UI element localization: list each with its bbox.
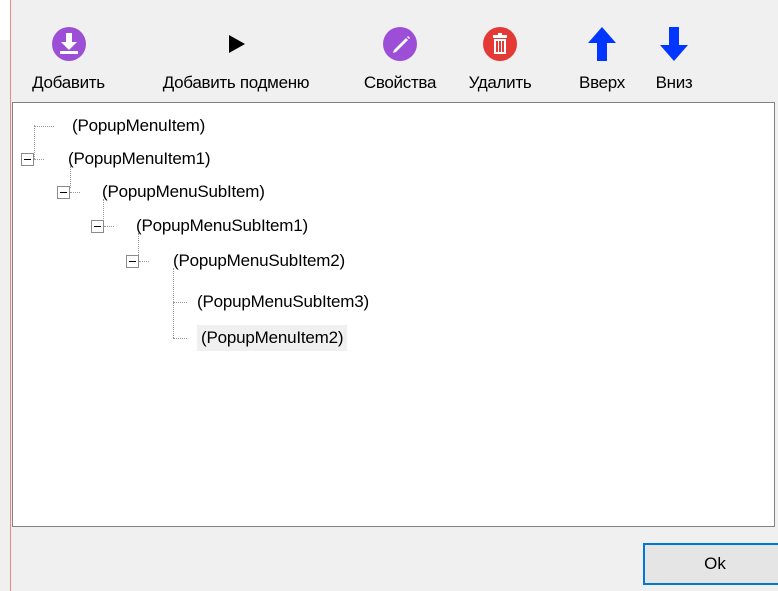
tree-item[interactable]: (PopupMenuItem2) bbox=[197, 322, 348, 354]
download-icon bbox=[47, 21, 91, 67]
properties-button-label: Свойства bbox=[363, 73, 437, 92]
menu-tree[interactable]: (PopupMenuItem) (PopupMenuItem1) (PopupM… bbox=[12, 102, 775, 527]
move-down-button[interactable]: Вниз bbox=[644, 3, 704, 103]
tree-item[interactable]: (PopupMenuSubItem3) bbox=[193, 286, 373, 318]
add-submenu-button-label: Добавить подменю bbox=[162, 73, 310, 92]
toolbar: Добавить Добавить подменю Свойства Удали… bbox=[12, 3, 778, 103]
play-arrow-icon bbox=[214, 21, 258, 67]
tree-connector bbox=[173, 268, 174, 338]
tree-connector bbox=[34, 158, 44, 160]
collapse-toggle-icon[interactable] bbox=[91, 219, 104, 233]
window-left-edge bbox=[0, 0, 11, 591]
tree-item[interactable]: (PopupMenuSubItem1) bbox=[91, 210, 312, 242]
add-button[interactable]: Добавить bbox=[12, 3, 125, 103]
properties-button[interactable]: Свойства bbox=[350, 3, 450, 103]
move-down-button-label: Вниз bbox=[655, 73, 693, 92]
add-button-label: Добавить bbox=[32, 73, 105, 92]
move-up-button[interactable]: Вверх bbox=[570, 3, 634, 103]
tree-connector bbox=[104, 225, 114, 227]
arrow-down-icon bbox=[652, 21, 696, 67]
tree-item-label: (PopupMenuSubItem2) bbox=[173, 251, 345, 270]
add-submenu-button[interactable]: Добавить подменю bbox=[132, 3, 340, 103]
move-up-button-label: Вверх bbox=[579, 73, 625, 92]
tree-connector bbox=[139, 260, 149, 262]
tree-item-label: (PopupMenuItem1) bbox=[68, 149, 211, 168]
tree-connector bbox=[173, 338, 187, 339]
tree-item-label: (PopupMenuSubItem3) bbox=[197, 292, 369, 311]
arrow-up-icon bbox=[580, 21, 624, 67]
collapse-toggle-icon[interactable] bbox=[57, 185, 70, 199]
collapse-toggle-icon[interactable] bbox=[126, 254, 139, 268]
tree-item[interactable]: (PopupMenuItem) bbox=[29, 110, 209, 142]
pencil-icon bbox=[378, 21, 422, 67]
delete-button[interactable]: Удалить bbox=[458, 3, 542, 103]
dialog-footer: Ok bbox=[12, 527, 778, 591]
tree-item-label: (PopupMenuItem) bbox=[72, 116, 206, 135]
tree-item[interactable]: (PopupMenuSubItem) bbox=[57, 176, 269, 208]
tree-connector bbox=[34, 125, 54, 127]
tree-connector bbox=[70, 191, 80, 193]
tree-item-label: (PopupMenuSubItem1) bbox=[136, 216, 308, 235]
tree-item-label: (PopupMenuItem2) bbox=[197, 325, 348, 351]
trash-icon bbox=[478, 21, 522, 67]
delete-button-label: Удалить bbox=[468, 73, 532, 92]
ok-button[interactable]: Ok bbox=[643, 543, 778, 585]
tree-item[interactable]: (PopupMenuItem1) bbox=[21, 143, 214, 175]
collapse-toggle-icon[interactable] bbox=[21, 152, 34, 166]
tree-item-label: (PopupMenuSubItem) bbox=[102, 182, 265, 201]
tree-item[interactable]: (PopupMenuSubItem2) bbox=[126, 245, 349, 277]
tree-connector bbox=[173, 302, 187, 303]
